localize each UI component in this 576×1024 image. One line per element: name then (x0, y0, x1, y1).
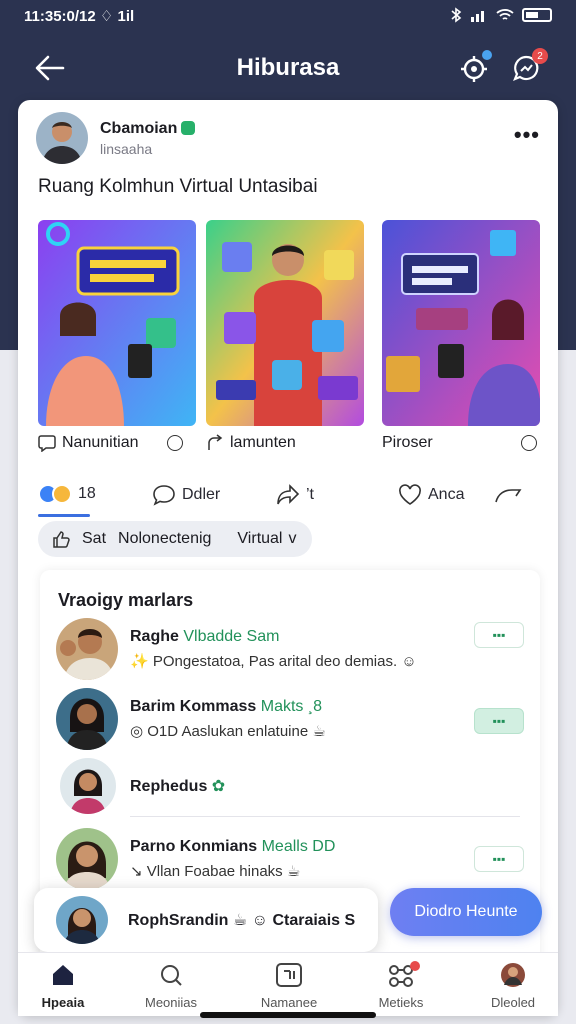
message-badge: 2 (532, 48, 548, 64)
member-divider (130, 816, 520, 817)
community-illustration-1 (38, 220, 196, 426)
smile-reaction-icon (52, 484, 72, 504)
tile-label-1[interactable]: Nanunitian (38, 434, 183, 452)
media-tile-1[interactable] (38, 220, 196, 426)
floating-avatar (56, 896, 108, 944)
grid-icon (276, 963, 302, 987)
thumbs-up-icon (53, 531, 70, 548)
nav-home[interactable]: Hpeaia (18, 961, 108, 1010)
nav-profile[interactable]: Dleoled (468, 961, 558, 1010)
media-tile-2[interactable] (206, 220, 364, 426)
send-icon (495, 489, 522, 503)
community-illustration-2 (206, 220, 364, 426)
media-tile-3[interactable] (382, 220, 540, 426)
author-subtitle: linsaaha (100, 141, 153, 157)
member-status-badge[interactable]: ▪▪▪ (474, 622, 524, 648)
members-title: Vraoigy marlars (58, 590, 194, 610)
member-status-badge[interactable]: ▪▪▪ (474, 708, 524, 734)
settings-button[interactable] (454, 48, 494, 88)
home-indicator (200, 1012, 376, 1018)
status-time: 11:35:0/12 ♢ 1il (24, 8, 135, 25)
member-avatar (56, 828, 118, 890)
nav-people[interactable]: Metieks (356, 961, 446, 1010)
bottom-navigation: Hpeaia Meoniias Namanee Metieks Dleoled (18, 952, 558, 1016)
comment-icon (153, 485, 175, 506)
bubble-icon (38, 435, 56, 452)
author-avatar[interactable] (36, 112, 88, 164)
community-illustration-3 (382, 220, 540, 426)
chevron-circle-icon (166, 435, 183, 451)
tile-label-3[interactable]: Piroser (382, 434, 537, 452)
send-button[interactable] (494, 484, 522, 506)
share-icon (208, 434, 223, 450)
active-tab-indicator (38, 514, 90, 517)
bluetooth-icon (451, 7, 462, 23)
member-avatar (56, 688, 118, 750)
people-notification-dot (410, 961, 420, 971)
forward-icon (277, 484, 300, 505)
settings-dot (482, 50, 492, 60)
floating-card-text: RophSrandin ☕ ☺ Ctaraiais S (128, 912, 356, 929)
messages-button[interactable]: 2 (506, 48, 548, 88)
like-button[interactable]: Anca (398, 484, 464, 506)
filter-pill[interactable]: Sat Nolonectenig Virtual v (38, 521, 312, 557)
signal-icon (471, 11, 484, 22)
nav-search[interactable]: Meoniias (126, 961, 216, 1010)
verified-icon (181, 121, 196, 135)
more-options-button[interactable]: ••• (514, 122, 540, 148)
heart-icon (399, 484, 421, 505)
status-icons (450, 7, 552, 23)
member-avatar (60, 758, 116, 814)
nav-grid[interactable]: Namanee (244, 961, 334, 1010)
info-icon (520, 435, 537, 451)
share-button[interactable]: ’t (276, 484, 314, 506)
home-icon (53, 965, 73, 985)
wifi-icon (496, 9, 514, 20)
battery-icon (522, 8, 552, 22)
member-status-badge[interactable]: ▪▪▪ (474, 846, 524, 872)
post-card: Cbamoian linsaaha ••• Ruang Kolmhun Virt… (18, 100, 558, 1016)
search-icon (161, 965, 182, 986)
floating-member-card[interactable]: RophSrandin ☕ ☺ Ctaraiais S (34, 888, 378, 952)
status-bar: 11:35:0/12 ♢ 1il (0, 0, 576, 32)
profile-icon (501, 963, 525, 987)
app-bar: Hiburasa 2 (0, 40, 576, 96)
join-button[interactable]: Diodro Heunte (390, 888, 542, 936)
tile-label-2[interactable]: lamunten (206, 434, 296, 452)
author-name[interactable]: Cbamoian (100, 120, 196, 138)
post-title: Ruang Kolmhun Virtual Untasibai (38, 176, 318, 197)
post-actions: 18 Ddler ’t Anca (18, 478, 558, 517)
member-avatar (56, 618, 118, 680)
reactions-button[interactable]: 18 (38, 484, 96, 504)
comment-button[interactable]: Ddler (152, 484, 220, 506)
